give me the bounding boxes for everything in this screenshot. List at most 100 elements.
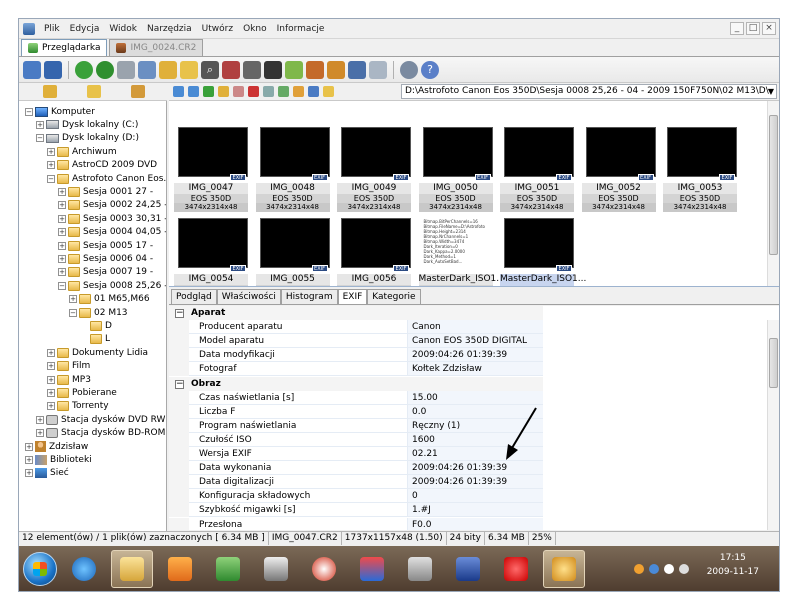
tree-item[interactable]: + Sesja 0005 17 - xyxy=(58,239,153,252)
thumbnail-item[interactable]: Bitmap.BitPerChannels=16 Bitmap.FileName… xyxy=(418,214,505,286)
scrollbar-thumb[interactable] xyxy=(769,338,778,388)
collapse-icon[interactable]: − xyxy=(175,309,184,318)
expand-icon[interactable]: + xyxy=(58,201,66,210)
expand-icon[interactable]: + xyxy=(25,442,33,451)
exif-row[interactable]: Model aparatu Canon EOS 350D DIGITAL xyxy=(169,334,767,349)
acquire-icon[interactable] xyxy=(138,60,156,79)
browser-icon[interactable] xyxy=(23,60,41,79)
help-icon[interactable]: ? xyxy=(421,60,439,79)
exif-row[interactable]: Szybkość migawki [s] 1.#J xyxy=(169,503,767,518)
delete-icon[interactable] xyxy=(222,60,240,79)
exif-row[interactable]: Przesłona F0.0 xyxy=(169,517,767,530)
tab-exif[interactable]: EXIF xyxy=(337,289,368,304)
clock[interactable]: 17:15 2009-11-17 xyxy=(707,551,759,579)
tree-item[interactable]: + Archiwum xyxy=(47,145,117,158)
thumbnail-item[interactable]: EXIF IMG_0053EOS 350D DIGITAL3474x2314x48 xyxy=(663,123,739,213)
tab-przegladarka[interactable]: Przeglądarka xyxy=(21,39,108,56)
collapse-icon[interactable]: − xyxy=(175,379,184,389)
tree-item[interactable]: + Sesja 0004 04,05 - xyxy=(58,226,166,239)
menu-utworz[interactable]: Utwórz xyxy=(197,24,238,34)
tree-item[interactable]: + Dokumenty Lidia xyxy=(47,346,148,359)
tab-podgląd[interactable]: Podgląd xyxy=(171,289,217,304)
camera-icon[interactable] xyxy=(306,60,324,79)
collapse-icon[interactable]: − xyxy=(58,281,66,290)
exif-row[interactable]: Czas naświetlania [s] 15.00 xyxy=(169,390,767,405)
forward-icon[interactable] xyxy=(188,86,199,97)
expand-icon[interactable]: + xyxy=(47,147,55,156)
taskbar-app6[interactable] xyxy=(447,550,489,588)
expand-icon[interactable]: + xyxy=(47,348,55,357)
thumbnail-item[interactable]: EXIF IMG_0049EOS 350D DIGITAL3474x2314x48 xyxy=(337,123,413,213)
tray-icon[interactable] xyxy=(649,564,659,574)
expand-icon[interactable]: + xyxy=(47,362,55,371)
tree-item[interactable]: + Stacja dysków BD-ROM (F:) xyxy=(36,427,166,440)
tree-item[interactable]: + Film xyxy=(47,360,90,373)
tree-item[interactable]: + Torrenty xyxy=(47,400,109,413)
up-icon[interactable] xyxy=(203,86,214,97)
tab-histogram[interactable]: Histogram xyxy=(280,289,338,304)
expand-icon[interactable]: + xyxy=(58,187,66,196)
taskbar-opera[interactable] xyxy=(495,550,537,588)
thumbnail-item[interactable]: EXIFIMG_0055EOS 350D DIGITAL3474x2314x48 xyxy=(255,214,332,286)
close-button[interactable]: × xyxy=(762,22,776,35)
tree-item[interactable]: + Sesja 0001 27 - xyxy=(58,185,153,198)
back-icon[interactable] xyxy=(173,86,184,97)
expand-icon[interactable]: + xyxy=(47,388,55,397)
refresh-icon[interactable] xyxy=(75,60,93,79)
exif-row[interactable]: Data digitalizacji 2009:04:26 01:39:39 xyxy=(169,475,767,490)
menu-edycja[interactable]: Edycja xyxy=(65,24,105,34)
gear-icon[interactable] xyxy=(400,60,418,79)
new-folder-icon[interactable] xyxy=(218,86,229,97)
sync-icon[interactable] xyxy=(96,60,114,79)
tree-item[interactable]: + Sieć xyxy=(25,467,69,480)
taskbar-media[interactable] xyxy=(159,550,201,588)
tree-item[interactable]: + Sesja 0002 24,25 - xyxy=(58,199,166,212)
thumbnail-item[interactable]: EXIFIMG_0054EOS 350D DIGITAL3474x2314x48 xyxy=(174,214,250,286)
expand-icon[interactable]: + xyxy=(58,268,66,277)
refresh-icon[interactable] xyxy=(308,86,319,97)
maximize-button[interactable]: □ xyxy=(746,22,760,35)
exif-category[interactable]: − Obraz xyxy=(169,376,767,391)
favorites-icon[interactable] xyxy=(87,85,101,98)
menu-narzedzia[interactable]: Narzędzia xyxy=(142,24,197,34)
taskbar-ie[interactable] xyxy=(63,550,105,588)
app-icon[interactable] xyxy=(23,22,35,35)
menu-plik[interactable]: Plik xyxy=(39,24,65,34)
thumbnail-item[interactable]: EXIFIMG_0056EOS 350D DIGITAL3474x2314x48 xyxy=(337,214,413,286)
expand-icon[interactable]: + xyxy=(47,375,55,384)
expand-icon[interactable]: + xyxy=(36,415,44,424)
tray-icon[interactable] xyxy=(634,564,644,574)
categories-icon[interactable] xyxy=(131,85,145,98)
taskbar-app1[interactable] xyxy=(207,550,249,588)
tree-item[interactable]: + Dysk lokalny (C:) xyxy=(36,118,138,131)
batch-icon[interactable] xyxy=(264,60,282,79)
exif-row[interactable]: Konfiguracja składowych 0 xyxy=(169,489,767,504)
tree-item[interactable]: D xyxy=(80,319,112,332)
chevron-down-icon[interactable]: ▼ xyxy=(768,85,774,98)
expand-icon[interactable]: + xyxy=(47,402,55,411)
minimize-button[interactable]: _ xyxy=(730,22,744,35)
expand-icon[interactable]: + xyxy=(58,228,66,237)
tree-item[interactable]: − 02 M13 xyxy=(69,306,128,319)
save-icon[interactable] xyxy=(180,60,198,79)
expand-icon[interactable]: + xyxy=(36,429,44,438)
exif-category[interactable]: − Aparat xyxy=(169,306,767,320)
exif-scrollbar[interactable] xyxy=(767,320,779,530)
exif-row[interactable]: Liczba F 0.0 xyxy=(169,404,767,419)
exif-row[interactable]: Fotograf Kołtek Zdzisław xyxy=(169,362,767,377)
taskbar-xnview[interactable] xyxy=(543,550,585,588)
collapse-icon[interactable]: − xyxy=(69,308,77,317)
delete-icon[interactable] xyxy=(248,86,259,97)
menu-widok[interactable]: Widok xyxy=(104,24,142,34)
taskbar-app3[interactable] xyxy=(303,550,345,588)
convert-icon[interactable] xyxy=(327,60,345,79)
expand-icon[interactable]: + xyxy=(58,214,66,223)
menu-informacje[interactable]: Informacje xyxy=(272,24,330,34)
taskbar-app4[interactable] xyxy=(351,550,393,588)
expand-icon[interactable]: + xyxy=(58,254,66,263)
edit-icon[interactable] xyxy=(233,86,244,97)
folders-icon[interactable] xyxy=(43,85,57,98)
thumbnail-item[interactable]: EXIF IMG_0052EOS 350D DIGITAL3474x2314x48 xyxy=(581,123,658,213)
tree-item[interactable]: − Astrofoto Canon Eos... xyxy=(47,172,166,185)
tree-item[interactable]: + Zdzisław xyxy=(25,440,88,453)
